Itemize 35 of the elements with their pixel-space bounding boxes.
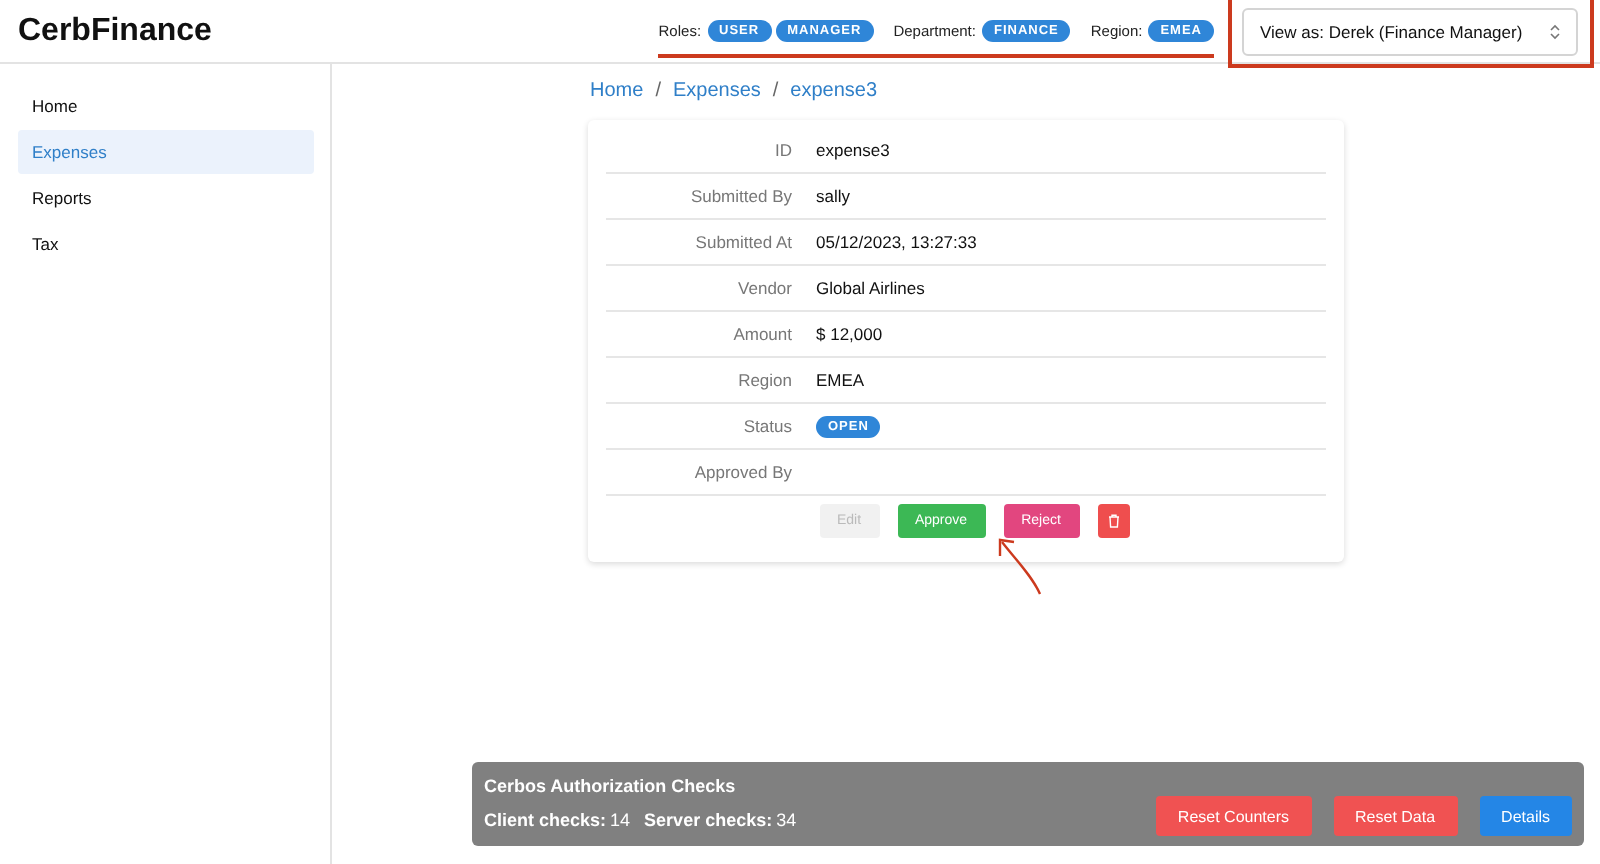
check-counter: Server checks: 34: [644, 810, 797, 830]
app-title: CerbFinance: [18, 13, 214, 49]
field-value: Global Airlines: [816, 278, 925, 298]
sidebar-item[interactable]: Tax: [18, 222, 314, 266]
field-label: Region: [736, 370, 794, 390]
breadcrumb-link[interactable]: expense3: [790, 80, 878, 102]
field-label: Amount: [731, 324, 794, 344]
panel-title: Cerbos Authorization Checks: [484, 776, 738, 796]
breadcrumb-separator: /: [772, 80, 779, 102]
sidebar-item[interactable]: Reports: [18, 176, 314, 220]
field-value: sally: [816, 186, 851, 206]
chevron-updown-icon: [1550, 23, 1560, 39]
field-value: 05/12/2023, 13:27:33: [816, 232, 977, 252]
breadcrumb-link[interactable]: Home: [590, 80, 644, 102]
check-counter: Client checks: 14: [484, 810, 631, 830]
breadcrumb-link[interactable]: Expenses: [672, 80, 761, 102]
field-label: Status: [741, 416, 794, 436]
field-label: Vendor: [736, 278, 794, 298]
field-value: $ 12,000: [816, 324, 883, 344]
field-label: Submitted At: [693, 232, 794, 252]
view-as-select[interactable]: View as: Derek (Finance Manager): [1242, 7, 1578, 55]
sidebar-item[interactable]: Home: [18, 84, 314, 128]
reset-data-button[interactable]: Reset Data: [1333, 796, 1458, 836]
sidebar-item[interactable]: Expenses: [18, 130, 314, 174]
details-button[interactable]: Details: [1479, 796, 1572, 836]
field-value: EMEA: [816, 370, 865, 390]
trash-icon: [1107, 514, 1119, 528]
annotation-arrow: [998, 538, 1042, 595]
field-label: Approved By: [692, 462, 794, 482]
field-value: expense3: [816, 140, 890, 160]
reset-counters-button[interactable]: Reset Counters: [1155, 796, 1312, 836]
field-label: ID: [773, 140, 794, 160]
breadcrumb-separator: /: [655, 80, 661, 102]
field-label: Submitted By: [688, 186, 794, 206]
delete-button[interactable]: [1097, 504, 1129, 538]
